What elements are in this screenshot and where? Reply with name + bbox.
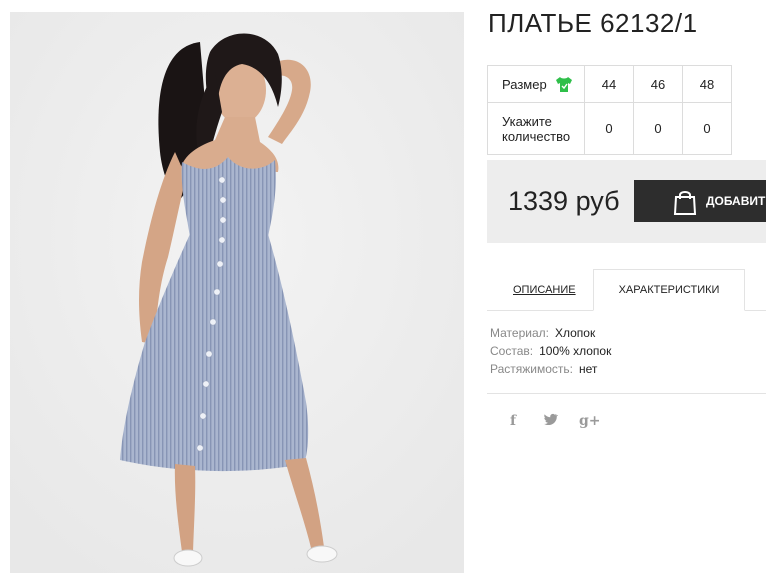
shirt-icon[interactable]	[555, 76, 573, 93]
price-panel: 1339 руб ДОБАВИТЬ	[487, 160, 766, 243]
size-label: Размер	[502, 76, 547, 92]
quantity-input-44[interactable]: 0	[584, 102, 634, 155]
social-share: f g+	[503, 413, 601, 429]
add-to-cart-button[interactable]: ДОБАВИТЬ	[634, 180, 766, 222]
facebook-icon[interactable]: f	[503, 413, 523, 429]
spec-row-composition: Состав: 100% хлопок	[490, 344, 612, 358]
size-row: Размер 44 46 48	[487, 65, 732, 103]
section-divider	[487, 393, 766, 394]
quantity-input-48[interactable]: 0	[682, 102, 732, 155]
spec-row-stretch: Растяжимость: нет	[490, 362, 598, 376]
size-option-46[interactable]: 46	[633, 65, 683, 103]
tab-characteristics[interactable]: ХАРАКТЕРИСТИКИ	[593, 269, 745, 311]
tab-description[interactable]: ОПИСАНИЕ	[513, 284, 576, 296]
product-title: ПЛАТЬЕ 62132/1	[488, 8, 698, 38]
add-to-cart-label: ДОБАВИТЬ	[706, 194, 766, 208]
size-option-48[interactable]: 48	[682, 65, 732, 103]
size-option-44[interactable]: 44	[584, 65, 634, 103]
price: 1339 руб	[508, 186, 620, 216]
product-image[interactable]	[10, 12, 464, 573]
dress-illustration	[10, 12, 464, 573]
quantity-row: Укажите количество 0 0 0	[487, 102, 732, 155]
twitter-icon[interactable]	[541, 413, 561, 429]
google-plus-icon[interactable]: g+	[579, 413, 601, 429]
quantity-input-46[interactable]: 0	[633, 102, 683, 155]
size-label-cell: Размер	[487, 65, 585, 103]
spec-row-material: Материал: Хлопок	[490, 326, 596, 340]
quantity-label: Укажите количество	[487, 102, 585, 155]
shopping-bag-icon	[673, 191, 697, 215]
characteristics-list: Материал: Хлопок Состав: 100% хлопок Растя…	[490, 326, 611, 380]
size-quantity-table: Размер 44 46 48 Укажите количество 0 0 0	[487, 65, 732, 155]
